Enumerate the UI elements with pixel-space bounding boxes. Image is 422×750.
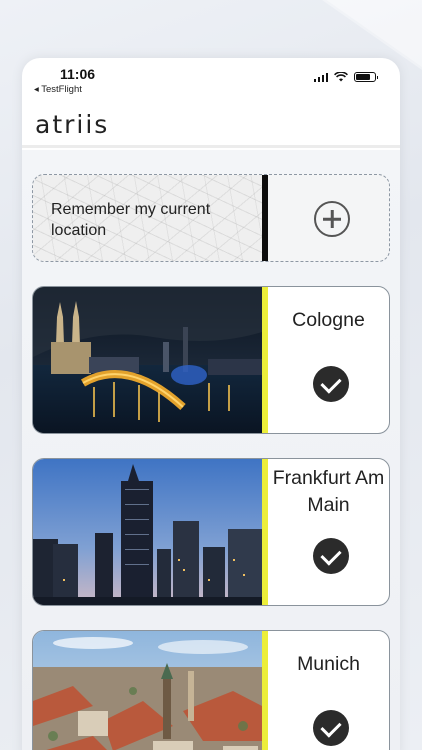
app-logo: atriis	[35, 110, 110, 139]
munich-image	[33, 631, 262, 750]
remember-location-label: Remember my current location	[51, 201, 211, 239]
location-divider	[262, 175, 268, 261]
check-icon[interactable]	[313, 366, 349, 402]
city-name-munich: Munich	[297, 653, 360, 675]
check-icon[interactable]	[313, 710, 349, 746]
city-name-frankfurt: Frankfurt Am Main	[272, 467, 385, 516]
status-icons	[313, 72, 378, 82]
frankfurt-image	[33, 459, 262, 605]
check-icon[interactable]	[313, 538, 349, 574]
accent-bar	[262, 631, 268, 750]
city-name-cologne: Cologne	[292, 309, 365, 331]
battery-icon	[354, 72, 378, 82]
plus-circle-icon[interactable]	[314, 201, 350, 237]
city-card-cologne[interactable]: Cologne	[32, 286, 390, 434]
cologne-image	[33, 287, 262, 433]
status-bar: 11:06 ◂ TestFlight	[22, 58, 400, 100]
city-card-frankfurt[interactable]: Frankfurt Am Main	[32, 458, 390, 606]
wifi-icon	[334, 72, 348, 82]
app-window: 11:06 ◂ TestFlight atriis Remember my cu…	[22, 58, 400, 750]
back-to-testflight-link[interactable]: ◂ TestFlight	[34, 84, 82, 95]
signal-icon	[313, 72, 328, 82]
city-list: Remember my current location Cologne Fra…	[22, 150, 400, 750]
status-time: 11:06	[60, 66, 96, 82]
city-card-munich[interactable]: Munich	[32, 630, 390, 750]
app-header: atriis	[22, 102, 400, 148]
remember-location-card[interactable]: Remember my current location	[32, 174, 390, 262]
